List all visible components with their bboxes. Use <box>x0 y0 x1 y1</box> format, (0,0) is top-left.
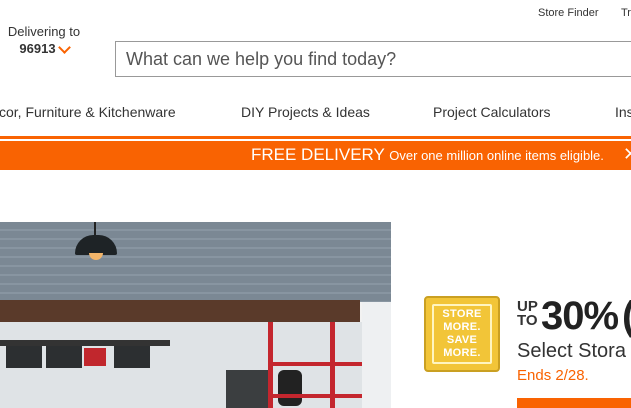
promo-subline: Over one million online items eligible. <box>389 148 604 163</box>
close-icon[interactable]: ✕ <box>623 144 631 165</box>
storage-bin <box>114 346 150 368</box>
offer-description: Select Stora <box>517 340 626 362</box>
nav-divider <box>0 136 631 139</box>
garage-door-header <box>0 300 360 324</box>
badge-line: SAVE <box>446 334 478 346</box>
nav-item-diy-projects[interactable]: DIY Projects & Ideas <box>241 104 370 120</box>
category-nav: cor, Furniture & Kitchenware DIY Project… <box>0 104 631 124</box>
discount-percent: 30% <box>541 294 619 338</box>
zip-code-value: 96913 <box>19 41 56 56</box>
lamp-wire <box>94 222 96 236</box>
badge-line: MORE. <box>443 321 481 333</box>
search-input[interactable] <box>116 42 631 76</box>
promo-banner[interactable]: FREE DELIVERY Over one million online it… <box>0 141 631 170</box>
hero-garage-image[interactable] <box>0 222 391 408</box>
siding-wall <box>0 222 391 302</box>
red-rack-shelf <box>268 394 363 398</box>
delivering-label: Delivering to <box>7 24 81 39</box>
utility-links: Store Finder Tr <box>0 7 631 23</box>
search-bar <box>115 41 631 77</box>
offer-text-cutoff: ( <box>622 294 631 339</box>
chevron-down-icon <box>57 40 71 54</box>
tires <box>278 370 302 406</box>
truck-rental-link[interactable]: Tr <box>621 7 631 19</box>
offer-end-date: Ends 2/28. <box>517 367 589 384</box>
red-storage-bin <box>84 348 106 366</box>
store-more-save-more-badge: STORE MORE. SAVE MORE. <box>424 296 500 372</box>
storage-bin <box>46 346 82 368</box>
store-finder-link[interactable]: Store Finder <box>538 7 599 19</box>
shop-now-button[interactable] <box>517 398 631 408</box>
red-rack-shelf <box>268 362 363 366</box>
delivery-zip-selector[interactable]: Delivering to 96913 <box>0 24 88 58</box>
storage-cabinet <box>226 370 268 408</box>
storage-bin <box>6 346 42 368</box>
up-to-label: UP TO <box>517 299 538 329</box>
badge-line: MORE. <box>443 347 481 359</box>
nav-item-installation[interactable]: Ins <box>615 104 631 120</box>
nav-item-decor-furniture[interactable]: cor, Furniture & Kitchenware <box>0 104 176 120</box>
zip-code[interactable]: 96913 <box>19 40 71 57</box>
nav-item-project-calculators[interactable]: Project Calculators <box>433 104 551 120</box>
to-text: TO <box>517 312 538 329</box>
badge-line: STORE <box>442 308 482 320</box>
garage-side-wall <box>362 302 391 408</box>
promo-headline: FREE DELIVERY <box>251 145 385 164</box>
